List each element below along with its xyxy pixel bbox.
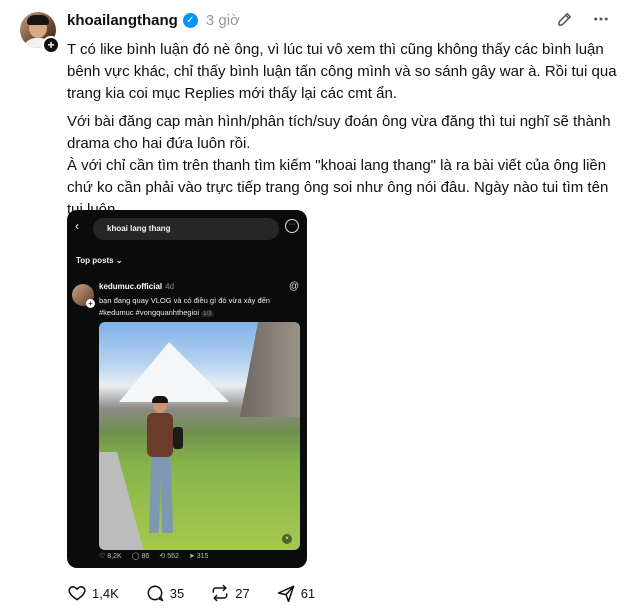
mountain-shape: [119, 342, 229, 402]
like-button[interactable]: 1,4K: [67, 583, 119, 603]
person-figure: [145, 396, 183, 537]
post-body: T có like bình luận đó nè ông, vì lúc tu…: [67, 39, 617, 221]
screenshot-section-label: Top posts ⌄: [76, 256, 123, 265]
post-paragraph-2: Với bài đăng cap màn hình/phân tích/suy …: [67, 113, 611, 152]
mute-icon: ×: [282, 534, 292, 544]
path-shape: [99, 452, 144, 550]
repost-icon: [210, 583, 230, 603]
screenshot-shares: ➤ 315: [188, 552, 209, 561]
screenshot-caption: bạn đang quay VLOG và có điều gì đó vừa …: [99, 296, 270, 317]
cliff-shape: [240, 322, 300, 417]
screenshot-comments: ◯ 86: [131, 552, 150, 561]
post-time: 3 giờ: [205, 12, 240, 29]
action-bar: 1,4K 35 27 61: [67, 583, 341, 603]
screenshot-more-icon: ···: [285, 219, 299, 233]
verified-icon: ✓: [182, 13, 198, 28]
share-button[interactable]: 61: [276, 583, 315, 603]
comment-icon: [145, 583, 165, 603]
screenshot-search-bar: khoai lang thang: [93, 218, 279, 240]
avatar-hair: [27, 15, 49, 25]
username[interactable]: khoailangthang: [67, 12, 178, 29]
screenshot-username: kedumuc.official 4d: [99, 282, 175, 291]
screenshot-likes: ♡ 8,2K: [99, 552, 122, 561]
back-arrow-icon: ‹: [75, 219, 79, 233]
heart-icon: [67, 583, 87, 603]
share-icon: [276, 583, 296, 603]
follow-plus-icon[interactable]: +: [42, 36, 60, 54]
more-icon[interactable]: [592, 10, 610, 33]
repost-button[interactable]: 27: [210, 583, 250, 603]
threads-logo-icon: @: [289, 281, 300, 292]
screenshot-reposts: ⟲ 562: [159, 552, 179, 561]
share-count: 61: [300, 585, 316, 601]
screenshot-stats: ♡ 8,2K ◯ 86 ⟲ 562 ➤ 315: [99, 552, 209, 561]
repost-count: 27: [235, 585, 250, 601]
comment-button[interactable]: 35: [145, 583, 184, 603]
edit-icon[interactable]: [556, 10, 574, 33]
comment-count: 35: [169, 585, 185, 601]
post-header: khoailangthang ✓ 3 giờ: [67, 12, 240, 29]
embedded-screenshot[interactable]: ‹ khoai lang thang ··· Top posts ⌄ + ked…: [67, 210, 307, 568]
post-paragraph-1: T có like bình luận đó nè ông, vì lúc tu…: [67, 41, 617, 102]
like-count: 1,4K: [92, 585, 119, 601]
top-actions: [556, 10, 610, 33]
screenshot-photo: ×: [99, 322, 300, 550]
screenshot-plus-icon: +: [86, 299, 95, 308]
